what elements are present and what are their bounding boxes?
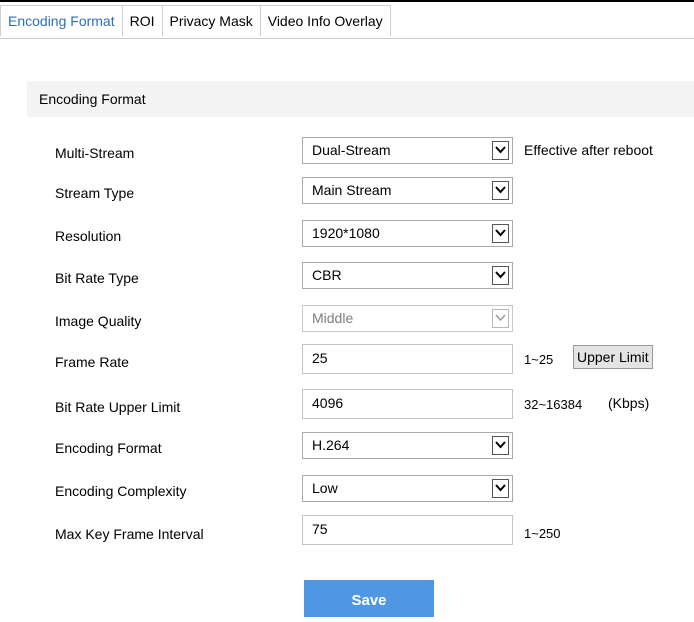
row-image-quality: Image Quality Middle — [0, 305, 694, 339]
encoding-complexity-label: Encoding Complexity — [55, 483, 187, 499]
image-quality-label: Image Quality — [55, 313, 142, 329]
chevron-down-icon[interactable] — [492, 436, 509, 455]
multi-stream-select[interactable]: Dual-Stream — [302, 137, 513, 164]
frame-rate-input[interactable]: 25 — [302, 344, 513, 374]
image-quality-select: Middle — [302, 305, 513, 332]
image-quality-value: Middle — [312, 310, 354, 326]
frame-rate-label: Frame Rate — [55, 354, 129, 370]
stream-type-select[interactable]: Main Stream — [302, 177, 513, 204]
bit-rate-range: 32~16384 — [524, 397, 583, 412]
bit-rate-type-value: CBR — [312, 267, 342, 283]
chevron-down-icon[interactable] — [492, 266, 509, 285]
chevron-down-icon[interactable] — [492, 479, 509, 498]
row-bit-rate-type: Bit Rate Type CBR — [0, 262, 694, 296]
max-key-frame-interval-label: Max Key Frame Interval — [55, 526, 204, 542]
stream-type-label: Stream Type — [55, 185, 135, 201]
row-max-key-frame-interval: Max Key Frame Interval 75 1~250 — [0, 515, 694, 549]
chevron-down-icon — [492, 309, 509, 328]
section-title: Encoding Format — [39, 91, 146, 107]
bit-rate-unit: (Kbps) — [608, 395, 650, 411]
bit-rate-type-label: Bit Rate Type — [55, 270, 139, 286]
tab-encoding-format[interactable]: Encoding Format — [0, 5, 123, 36]
max-key-frame-interval-value: 75 — [312, 521, 328, 537]
stream-type-value: Main Stream — [312, 182, 392, 198]
multi-stream-label: Multi-Stream — [55, 145, 135, 161]
resolution-label: Resolution — [55, 228, 122, 244]
row-resolution: Resolution 1920*1080 — [0, 220, 694, 254]
multi-stream-note: Effective after reboot — [524, 142, 653, 158]
bit-rate-upper-limit-label: Bit Rate Upper Limit — [55, 399, 181, 415]
max-key-frame-interval-input[interactable]: 75 — [302, 515, 513, 545]
row-encoding-complexity: Encoding Complexity Low — [0, 475, 694, 509]
row-encoding-format: Encoding Format H.264 — [0, 432, 694, 466]
bit-rate-upper-limit-input[interactable]: 4096 — [302, 389, 513, 419]
resolution-value: 1920*1080 — [312, 225, 380, 241]
chevron-down-icon[interactable] — [492, 181, 509, 200]
tab-bar: Encoding Format ROI Privacy Mask Video I… — [0, 5, 391, 39]
frame-rate-range: 1~25 — [524, 352, 554, 367]
encoding-format-select[interactable]: H.264 — [302, 432, 513, 459]
row-multi-stream: Multi-Stream Dual-Stream Effective after… — [0, 137, 694, 171]
bit-rate-upper-limit-value: 4096 — [312, 395, 344, 411]
key-frame-range: 1~250 — [524, 526, 561, 541]
row-stream-type: Stream Type Main Stream — [0, 177, 694, 211]
encoding-format-value: H.264 — [312, 437, 350, 453]
tab-video-info-overlay[interactable]: Video Info Overlay — [260, 5, 391, 36]
tab-privacy-mask[interactable]: Privacy Mask — [162, 5, 261, 36]
section-header: Encoding Format — [27, 81, 694, 117]
chevron-down-icon[interactable] — [492, 224, 509, 243]
save-button[interactable]: Save — [304, 580, 434, 617]
bit-rate-type-select[interactable]: CBR — [302, 262, 513, 289]
tab-roi[interactable]: ROI — [122, 5, 163, 36]
encoding-complexity-value: Low — [312, 480, 338, 496]
frame-rate-value: 25 — [312, 350, 328, 366]
row-bit-rate-upper-limit: Bit Rate Upper Limit 4096 32~16384 (Kbps… — [0, 389, 694, 423]
chevron-down-icon[interactable] — [492, 141, 509, 160]
encoding-complexity-select[interactable]: Low — [302, 475, 513, 502]
upper-limit-button[interactable]: Upper Limit — [573, 345, 653, 369]
row-frame-rate: Frame Rate 25 1~25 Upper Limit — [0, 344, 694, 378]
tab-bar-divider — [0, 38, 694, 39]
top-border-line — [0, 0, 694, 2]
multi-stream-value: Dual-Stream — [312, 142, 391, 158]
resolution-select[interactable]: 1920*1080 — [302, 220, 513, 247]
encoding-format-label: Encoding Format — [55, 440, 162, 456]
